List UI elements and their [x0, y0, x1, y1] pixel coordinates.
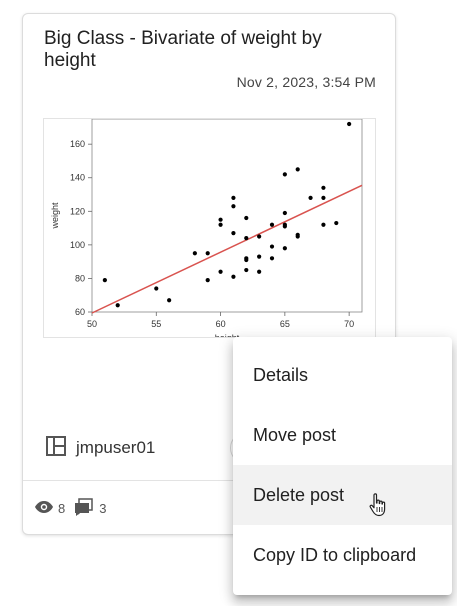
- data-point: [231, 195, 236, 200]
- data-point: [295, 232, 300, 237]
- data-point: [218, 269, 223, 274]
- comments-count: 3: [99, 500, 107, 516]
- data-point: [269, 222, 275, 227]
- menu-item-move-post[interactable]: Move post: [233, 405, 452, 465]
- data-point: [282, 246, 287, 251]
- menu-item-delete-post[interactable]: Delete post: [233, 465, 452, 525]
- data-point: [115, 303, 120, 308]
- comments-stat: 3: [73, 497, 106, 520]
- post-thumbnail[interactable]: 60 80 100 120 140 160 50 55 60 65 70 weight height: [43, 118, 376, 338]
- data-point: [231, 204, 236, 209]
- data-point: [231, 274, 236, 279]
- author-name[interactable]: jmpuser01: [76, 438, 155, 458]
- data-point: [334, 220, 339, 226]
- data-point: [321, 185, 326, 190]
- data-point: [269, 244, 275, 249]
- data-point: [295, 167, 300, 172]
- data-point: [102, 278, 107, 283]
- data-point: [282, 172, 287, 177]
- y-tick-label: 100: [70, 240, 85, 250]
- data-point: [257, 269, 262, 274]
- data-point: [244, 236, 249, 241]
- data-point: [308, 195, 313, 200]
- data-point: [154, 286, 159, 291]
- data-point: [347, 121, 352, 127]
- data-point: [321, 222, 326, 227]
- data-point: [282, 210, 287, 216]
- data-point: [167, 298, 172, 303]
- comment-bubble-icon: [73, 497, 95, 520]
- post-stats: 8 3: [34, 497, 114, 520]
- menu-item-details[interactable]: Details: [233, 345, 452, 405]
- scatter-chart: 608010012014016050 55 60 65 70weightheight: [50, 119, 363, 337]
- data-point: [218, 222, 223, 227]
- data-point: [218, 217, 223, 222]
- views-count: 8: [58, 500, 66, 516]
- data-point: [282, 222, 287, 227]
- y-tick-label: 120: [70, 206, 85, 216]
- data-point: [269, 256, 275, 261]
- data-point: [321, 195, 326, 200]
- post-timestamp: Nov 2, 2023, 3:54 PM: [236, 74, 376, 90]
- layout-grid-icon: [45, 435, 67, 462]
- data-point: [257, 234, 262, 239]
- plot-frame: [91, 119, 363, 313]
- data-point: [244, 256, 249, 261]
- data-point: [205, 278, 210, 283]
- views-stat: 8: [34, 500, 65, 517]
- y-tick-label: 80: [75, 273, 85, 283]
- x-tick-label: 60: [216, 319, 226, 329]
- data-point: [244, 267, 249, 273]
- y-tick-label: 60: [75, 307, 85, 317]
- x-tick-label: 55: [151, 319, 161, 329]
- x-tick-label: 50: [87, 319, 97, 329]
- data-point: [257, 254, 262, 259]
- eye-icon: [34, 500, 54, 517]
- data-point: [231, 231, 236, 236]
- x-tick-label: 65: [280, 319, 290, 329]
- data-point: [205, 251, 210, 256]
- y-tick-label: 160: [70, 139, 85, 149]
- data-point: [244, 215, 249, 221]
- data-point: [192, 251, 197, 256]
- y-tick-label: 140: [70, 173, 85, 183]
- x-tick-label: 70: [344, 319, 354, 329]
- y-axis-label: weight: [50, 202, 60, 230]
- menu-item-copy-id[interactable]: Copy ID to clipboard: [233, 525, 452, 585]
- context-menu: Details Move post Delete post Copy ID to…: [233, 337, 452, 595]
- author-row: jmpuser01: [45, 434, 155, 462]
- post-title: Big Class - Bivariate of weight by heigh…: [44, 28, 322, 71]
